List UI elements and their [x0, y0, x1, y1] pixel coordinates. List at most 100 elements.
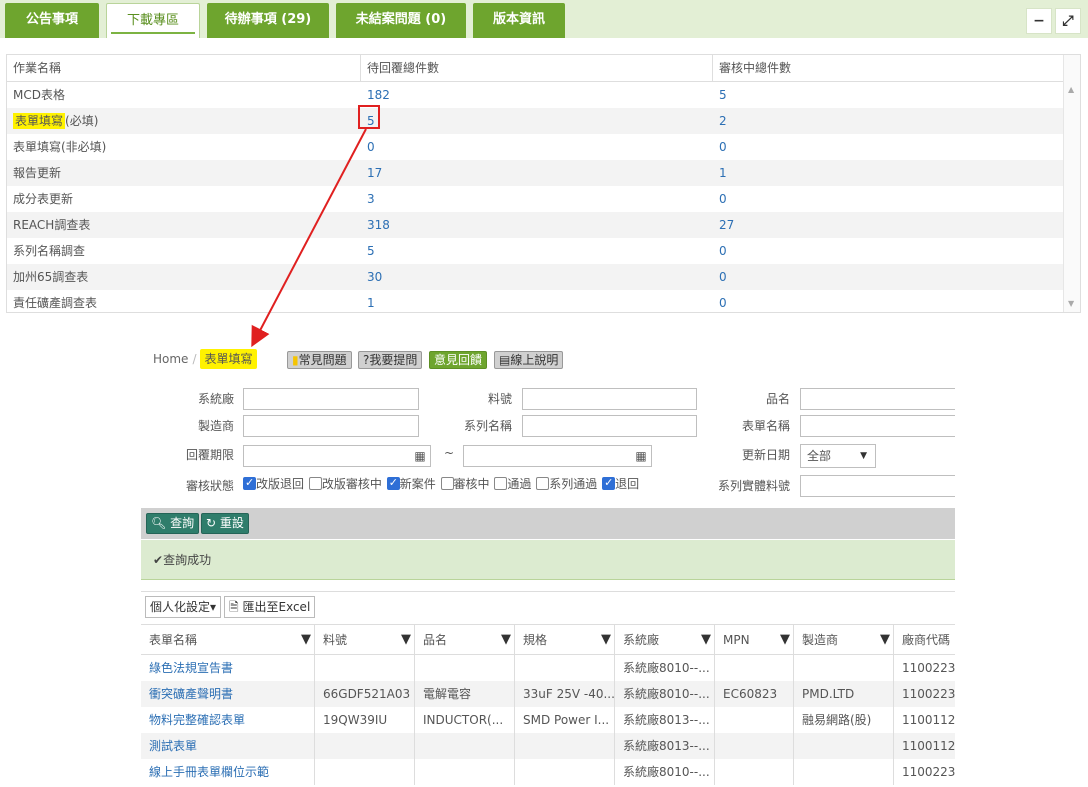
spec-cell	[514, 759, 615, 785]
filter-icon[interactable]: ▼	[301, 625, 311, 654]
product-name-cell: 電解電容	[414, 681, 515, 707]
status-checkbox-approved[interactable]	[494, 477, 508, 490]
chevron-down-icon: ▼	[860, 451, 867, 461]
breadcrumb: Home / 表單填寫	[153, 348, 257, 370]
form-name-link[interactable]: 物料完整確認表單	[141, 707, 315, 733]
part-no-input[interactable]	[522, 388, 697, 410]
personalize-dropdown[interactable]: 個人化設定▾	[145, 596, 222, 618]
query-button[interactable]: 🔍︎ 查詢	[146, 513, 200, 534]
part-no-cell: 19QW39IU	[314, 707, 415, 733]
status-label: 新案件	[399, 477, 436, 491]
spec-cell: SMD Power I...	[514, 707, 615, 733]
product-name-input[interactable]	[800, 388, 955, 410]
filter-icon[interactable]: ▼	[601, 625, 611, 654]
filter-icon[interactable]: ▼	[401, 625, 411, 654]
mpn-cell	[714, 707, 794, 733]
product-name-cell: INDUCTOR(...	[414, 707, 515, 733]
success-text: 查詢成功	[163, 553, 212, 567]
system-factory-cell: 系統廠8013--...	[614, 733, 715, 759]
system-factory-input[interactable]	[243, 388, 419, 410]
reset-label: 重設	[219, 516, 244, 530]
table-row[interactable]: 測試表單 系統廠8013--... 1100112	[141, 733, 955, 759]
deadline-start-input[interactable]	[243, 445, 431, 467]
status-label: 改版退回	[256, 477, 305, 491]
export-excel-button[interactable]: 🗎 匯出至Excel	[224, 596, 316, 618]
grid-header-mpn[interactable]: MPN ▼	[714, 625, 794, 654]
series-name-input[interactable]	[522, 415, 697, 437]
form-name-link[interactable]: 綠色法規宣告書	[141, 655, 315, 681]
review-status-checkboxes: 改版退回 改版審核中 新案件 審核中 通過 系列通過 退回	[243, 475, 640, 492]
part-no-label: 料號	[487, 392, 512, 406]
grid-header-system-factory[interactable]: 系統廠 ▼	[614, 625, 715, 654]
status-checkbox-under-review[interactable]	[440, 477, 454, 490]
form-name-link[interactable]: 線上手冊表單欄位示範	[141, 759, 315, 785]
manufacturer-cell	[793, 759, 894, 785]
series-part-input[interactable]	[800, 475, 955, 497]
filter-icon[interactable]: ▼	[701, 625, 711, 654]
excel-icon: 🗎	[229, 600, 239, 614]
grid-header-form-name[interactable]: 表單名稱 ▼	[141, 625, 315, 654]
status-checkbox-returned[interactable]	[602, 475, 616, 491]
system-factory-cell: 系統廠8010--...	[614, 681, 715, 707]
grid-toolbar: 個人化設定▾ 🗎 匯出至Excel	[141, 591, 955, 622]
update-date-value: 全部	[807, 449, 832, 463]
status-label: 通過	[507, 477, 532, 491]
form-name-link[interactable]: 衝突礦產聲明書	[141, 681, 315, 707]
reset-button[interactable]: ↻ 重設	[201, 513, 249, 534]
grid-header-spec[interactable]: 規格 ▼	[514, 625, 615, 654]
status-label: 退回	[615, 477, 640, 491]
range-tilde: ~	[444, 446, 455, 460]
breadcrumb-current: 表單填寫	[200, 349, 257, 369]
manufacturer-cell: PMD.LTD	[793, 681, 894, 707]
product-name-label: 品名	[765, 392, 790, 406]
filter-icon[interactable]: ▼	[880, 625, 890, 654]
manual-label: 線上說明	[510, 353, 559, 367]
table-row[interactable]: 綠色法規宣告書 系統廠8010--... 1100223	[141, 655, 955, 681]
status-checkbox-revision-returned[interactable]	[243, 475, 256, 491]
form-name-label: 表單名稱	[741, 419, 790, 433]
vendor-code-cell: 1100223	[893, 759, 955, 785]
system-factory-cell: 系統廠8013--...	[614, 707, 715, 733]
grid-header-part-no[interactable]: 料號 ▼	[314, 625, 415, 654]
deadline-end-input[interactable]	[463, 445, 652, 467]
feedback-button[interactable]: 意見回饋	[429, 351, 488, 369]
query-label: 查詢	[170, 516, 195, 530]
status-checkbox-revision-review[interactable]	[308, 477, 322, 490]
status-checkbox-series-approved[interactable]	[536, 477, 550, 490]
form-name-input[interactable]	[800, 415, 955, 437]
breadcrumb-home-link[interactable]: Home	[153, 352, 188, 366]
vendor-code-cell: 1100112	[893, 707, 955, 733]
grid-header-manufacturer[interactable]: 製造商 ▼	[793, 625, 894, 654]
faq-button[interactable]: ▮常見問題	[287, 351, 352, 369]
update-date-label: 更新日期	[741, 448, 790, 462]
grid-header-product-name[interactable]: 品名 ▼	[414, 625, 515, 654]
vendor-code-cell: 1100223	[893, 681, 955, 707]
success-message: ✔查詢成功	[141, 540, 955, 580]
check-icon: ✔	[153, 553, 164, 567]
table-row[interactable]: 物料完整確認表單 19QW39IU INDUCTOR(... SMD Power…	[141, 707, 955, 733]
system-factory-label: 系統廠	[197, 392, 234, 406]
faq-label: 常見問題	[298, 353, 347, 367]
search-icon: 🔍︎	[151, 516, 167, 530]
manufacturer-input[interactable]	[243, 415, 419, 437]
calendar-icon[interactable]: ▦	[410, 445, 430, 467]
grid-header-vendor-code[interactable]: 廠商代碼	[893, 625, 955, 654]
spec-cell	[514, 733, 615, 759]
online-manual-button[interactable]: ▤線上說明	[494, 351, 564, 369]
system-factory-cell: 系統廠8010--...	[614, 655, 715, 681]
series-part-label: 系列實體料號	[717, 479, 790, 493]
status-checkbox-new-case[interactable]	[386, 475, 400, 491]
action-bar: 🔍︎ 查詢 ↻ 重設	[141, 508, 955, 539]
status-label: 審核中	[453, 477, 490, 491]
table-row[interactable]: 線上手冊表單欄位示範 系統廠8010--... 1100223	[141, 759, 955, 785]
book-icon: ▤	[499, 353, 511, 367]
part-no-cell	[314, 655, 415, 681]
calendar-icon[interactable]: ▦	[631, 445, 651, 467]
ask-question-button[interactable]: ?我要提問	[358, 351, 423, 369]
table-row[interactable]: 衝突礦產聲明書 66GDF521A03 電解電容 33uF 25V -40...…	[141, 681, 955, 707]
filter-icon[interactable]: ▼	[501, 625, 511, 654]
filter-icon[interactable]: ▼	[780, 625, 790, 654]
form-name-link[interactable]: 測試表單	[141, 733, 315, 759]
grid-header-row: 表單名稱 ▼ 料號 ▼ 品名 ▼ 規格 ▼ 系統廠 ▼ MPN ▼ 製造商 ▼ 廠商代碼	[141, 625, 955, 655]
update-date-select[interactable]: 全部 ▼	[800, 444, 876, 468]
